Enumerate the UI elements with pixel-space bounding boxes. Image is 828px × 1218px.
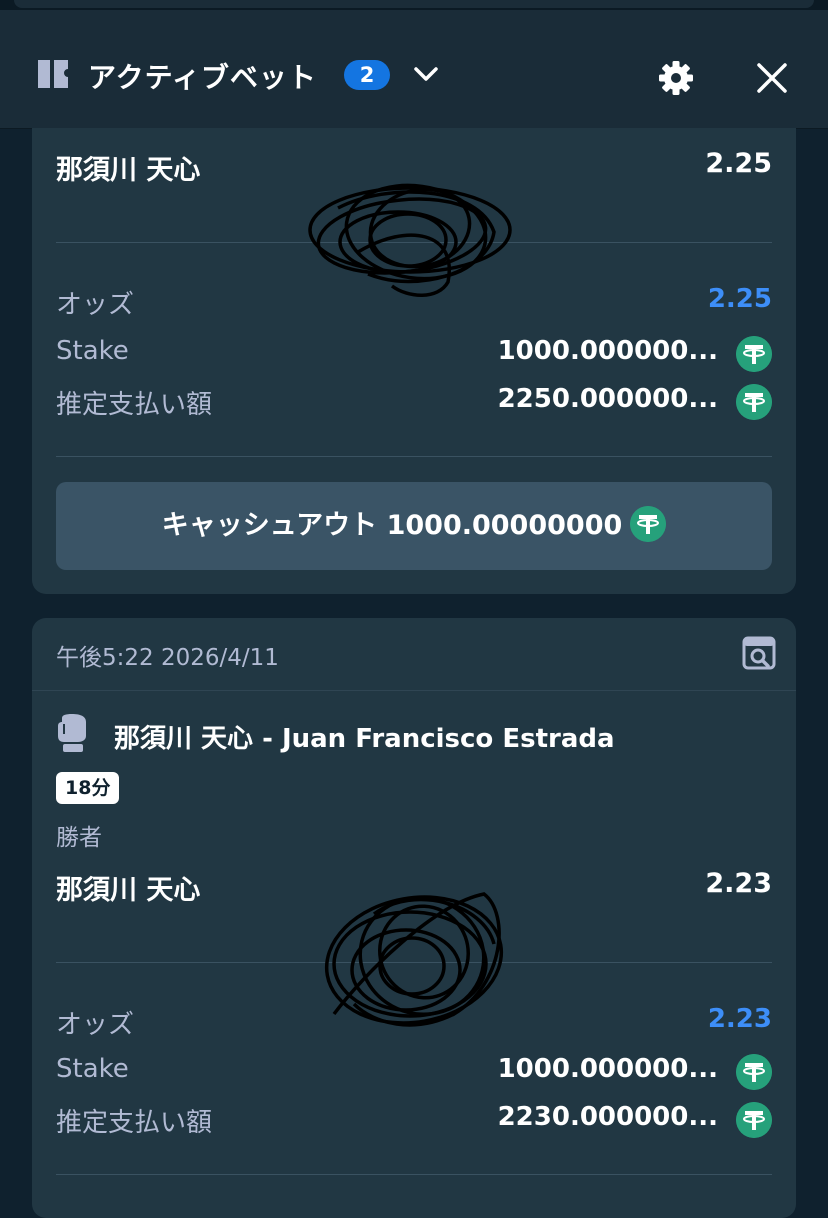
close-icon[interactable]: [754, 60, 790, 96]
stake-value: 1000.000000...: [497, 336, 718, 366]
stake-label: Stake: [56, 1054, 129, 1084]
header-title: アクティブベット: [88, 61, 317, 94]
odds-row: オッズ 2.23: [56, 1004, 772, 1044]
event-title[interactable]: 那須川 天心 - Juan Francisco Estrada: [114, 718, 615, 755]
active-bet-card-1: 那須川 天心 2.25 オッズ 2.25 Stake 1000.000000..…: [32, 128, 796, 594]
active-bets-header: アクティブベット 2: [0, 10, 828, 129]
time-badge: 18分: [56, 772, 120, 804]
cashout-button[interactable]: キャッシュアウト 1000.00000000: [56, 482, 772, 570]
stake-row: Stake 1000.000000...: [56, 1054, 772, 1094]
cashout-label: キャッシュアウト 1000.00000000: [161, 510, 623, 541]
odds-label: オッズ: [56, 1010, 135, 1040]
payout-value: 2230.000000...: [497, 1102, 718, 1132]
usdt-icon: [736, 336, 772, 372]
market-name: 勝者: [56, 825, 102, 851]
ticket-search-icon[interactable]: [742, 636, 776, 670]
selection-odds: 2.23: [705, 868, 772, 899]
bet-timestamp: 午後5:22 2026/4/11: [56, 645, 279, 671]
odds-row: オッズ 2.25: [56, 284, 772, 324]
usdt-icon: [736, 384, 772, 420]
gear-icon[interactable]: [656, 58, 696, 98]
selection-odds: 2.25: [705, 148, 772, 179]
stake-value: 1000.000000...: [497, 1054, 718, 1084]
payout-label: 推定支払い額: [56, 390, 213, 420]
divider: [56, 456, 772, 457]
redaction-scribble: [308, 183, 512, 297]
bet-count-badge: 2: [344, 60, 390, 90]
top-edge: [0, 0, 828, 10]
divider: [56, 1174, 772, 1175]
chevron-down-icon[interactable]: [412, 60, 440, 88]
payout-row: 推定支払い額 2230.000000...: [56, 1102, 772, 1142]
stake-row: Stake 1000.000000...: [56, 336, 772, 376]
usdt-icon: [736, 1054, 772, 1090]
selection-name: 那須川 天心: [56, 155, 201, 186]
payout-value: 2250.000000...: [497, 384, 718, 414]
header-divider: [32, 690, 796, 691]
odds-value: 2.25: [707, 284, 772, 314]
stake-label: Stake: [56, 336, 129, 366]
payout-row: 推定支払い額 2250.000000...: [56, 384, 772, 424]
active-bet-card-2: 午後5:22 2026/4/11 那須川 天心 - Juan Francisco…: [32, 618, 796, 1218]
usdt-icon: [736, 1102, 772, 1138]
payout-label: 推定支払い額: [56, 1108, 213, 1138]
usdt-icon: [630, 505, 667, 542]
boxing-glove-icon: [58, 714, 86, 752]
odds-label: オッズ: [56, 290, 135, 320]
odds-value: 2.23: [707, 1004, 772, 1034]
selection-name: 那須川 天心: [56, 875, 201, 906]
bet-slip-icon: [38, 60, 68, 88]
